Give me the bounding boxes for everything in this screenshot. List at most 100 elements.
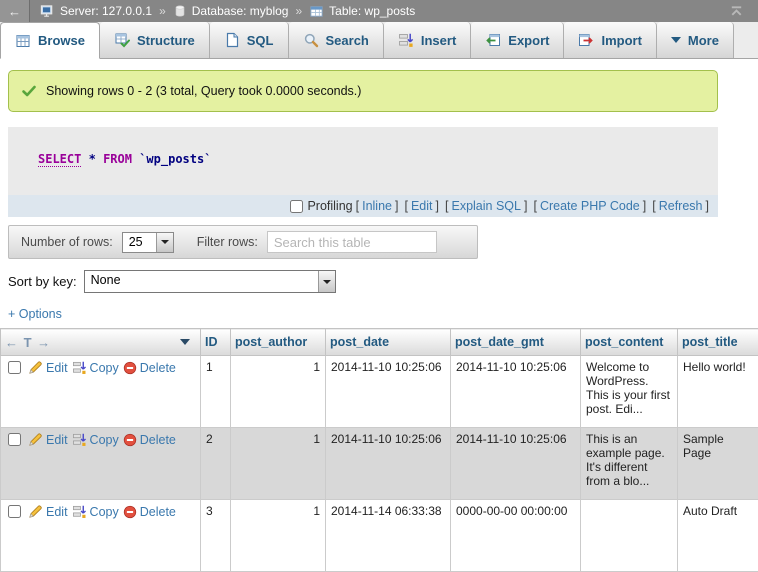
- breadcrumb-table[interactable]: Table: wp_posts: [329, 4, 415, 18]
- explain-sql-link[interactable]: Explain SQL: [451, 199, 520, 213]
- tab-export[interactable]: Export: [471, 22, 564, 58]
- column-header-id[interactable]: ID: [201, 329, 231, 356]
- sql-icon: [224, 32, 240, 48]
- cell-post-content: This is an example page. It's different …: [581, 428, 678, 500]
- column-header-post-author[interactable]: post_author: [231, 329, 326, 356]
- cell-post-content: Welcome to WordPress. This is your first…: [581, 356, 678, 428]
- sort-by-key-select[interactable]: None: [84, 270, 336, 293]
- pencil-icon: [28, 504, 43, 519]
- cell-post-date: 2014-11-14 06:33:38: [326, 500, 451, 572]
- back-button[interactable]: ←: [0, 0, 30, 22]
- cell-id: 1: [201, 356, 231, 428]
- back-arrow-icon: ←: [8, 4, 21, 19]
- tab-insert[interactable]: Insert: [384, 22, 471, 58]
- chevron-down-icon: [318, 271, 335, 292]
- breadcrumb-separator: »: [295, 4, 302, 18]
- tab-more[interactable]: More: [657, 22, 734, 58]
- cell-post-date-gmt: 0000-00-00 00:00:00: [451, 500, 581, 572]
- breadcrumb: ← Server: 127.0.0.1 » Database: myblog »…: [0, 0, 758, 22]
- sort-by-key-label: Sort by key:: [8, 274, 77, 289]
- column-header-post-content[interactable]: post_content: [581, 329, 678, 356]
- row-select-checkbox[interactable]: [8, 433, 21, 446]
- column-header-post-title[interactable]: post_title: [678, 329, 758, 356]
- edit-link[interactable]: Edit: [28, 360, 68, 375]
- actions-column-header: ← T →: [1, 329, 201, 356]
- delete-link[interactable]: Delete: [123, 433, 176, 447]
- collapse-top-icon: [729, 4, 744, 19]
- copy-icon: [72, 432, 87, 447]
- breadcrumb-database[interactable]: Database: myblog: [192, 4, 289, 18]
- chevron-down-icon: [156, 233, 173, 252]
- success-check-icon: [21, 83, 37, 99]
- column-toggle-arrows[interactable]: ← T →: [5, 335, 51, 350]
- breadcrumb-separator: »: [159, 4, 166, 18]
- sql-query-text: SELECT * FROM `wp_posts`: [8, 127, 718, 195]
- table-row: Edit Copy Delete 2 1 2014-11-10 10:25:06…: [1, 428, 758, 500]
- filter-rows-label: Filter rows:: [197, 235, 258, 249]
- tab-bar: Browse Structure SQL Search Insert Expor…: [0, 22, 758, 59]
- table-header-row: ← T → ID post_author post_date post_date…: [1, 329, 758, 356]
- column-header-post-date[interactable]: post_date: [326, 329, 451, 356]
- cell-post-title: Hello world!: [678, 356, 758, 428]
- rows-count-label: Number of rows:: [21, 235, 113, 249]
- status-message: Showing rows 0 - 2 (3 total, Query took …: [8, 70, 718, 112]
- search-icon: [303, 32, 319, 48]
- copy-icon: [72, 360, 87, 375]
- sql-keyword-select[interactable]: SELECT: [38, 152, 81, 167]
- scroll-to-top-button[interactable]: [729, 4, 744, 19]
- cell-id: 3: [201, 500, 231, 572]
- edit-link[interactable]: Edit: [28, 432, 68, 447]
- copy-link[interactable]: Copy: [72, 432, 119, 447]
- inline-link[interactable]: Inline: [362, 199, 392, 213]
- delete-link[interactable]: Delete: [123, 505, 176, 519]
- copy-link[interactable]: Copy: [72, 360, 119, 375]
- row-select-checkbox[interactable]: [8, 361, 21, 374]
- delete-link[interactable]: Delete: [123, 361, 176, 375]
- cell-id: 2: [201, 428, 231, 500]
- copy-link[interactable]: Copy: [72, 504, 119, 519]
- tab-sql[interactable]: SQL: [210, 22, 289, 58]
- options-toggle-link[interactable]: + Options: [8, 307, 62, 321]
- pencil-icon: [28, 360, 43, 375]
- tab-browse[interactable]: Browse: [0, 22, 100, 59]
- breadcrumb-trail: Server: 127.0.0.1 » Database: myblog » T…: [30, 4, 729, 19]
- row-actions-cell: Edit Copy Delete: [1, 428, 201, 500]
- table-row: Edit Copy Delete 1 1 2014-11-10 10:25:06…: [1, 356, 758, 428]
- create-php-code-link[interactable]: Create PHP Code: [540, 199, 640, 213]
- breadcrumb-server[interactable]: Server: 127.0.0.1: [60, 4, 152, 18]
- tab-structure[interactable]: Structure: [100, 22, 210, 58]
- pencil-icon: [28, 432, 43, 447]
- sql-query-box: SELECT * FROM `wp_posts` Profiling [Inli…: [8, 127, 718, 217]
- rows-count-select[interactable]: 25: [122, 232, 174, 253]
- refresh-link[interactable]: Refresh: [659, 199, 703, 213]
- column-header-post-date-gmt[interactable]: post_date_gmt: [451, 329, 581, 356]
- cell-post-title: Auto Draft: [678, 500, 758, 572]
- main-content: Showing rows 0 - 2 (3 total, Query took …: [0, 70, 758, 572]
- edit-query-link[interactable]: Edit: [411, 199, 433, 213]
- copy-icon: [72, 504, 87, 519]
- sql-keyword-from: FROM: [103, 152, 132, 166]
- database-icon: [173, 4, 187, 18]
- cell-post-date-gmt: 2014-11-10 10:25:06: [451, 356, 581, 428]
- filter-rows-input[interactable]: [267, 231, 437, 253]
- delete-icon: [123, 433, 137, 447]
- profiling-checkbox[interactable]: [290, 200, 303, 213]
- tab-import[interactable]: Import: [564, 22, 656, 58]
- cell-post-date-gmt: 2014-11-10 10:25:06: [451, 428, 581, 500]
- table-row: Edit Copy Delete 3 1 2014-11-14 06:33:38…: [1, 500, 758, 572]
- cell-post-author: 1: [231, 500, 326, 572]
- tab-search[interactable]: Search: [289, 22, 384, 58]
- query-actions-bar: Profiling [Inline] [Edit] [Explain SQL] …: [8, 195, 718, 217]
- cell-post-date: 2014-11-10 10:25:06: [326, 356, 451, 428]
- results-table: ← T → ID post_author post_date post_date…: [0, 328, 758, 572]
- structure-icon: [114, 32, 130, 48]
- cell-post-author: 1: [231, 428, 326, 500]
- profiling-label: Profiling: [307, 199, 352, 213]
- edit-link[interactable]: Edit: [28, 504, 68, 519]
- table-icon: [309, 4, 324, 19]
- row-select-checkbox[interactable]: [8, 505, 21, 518]
- column-options-dropdown-icon[interactable]: [180, 339, 190, 345]
- sql-table-identifier: `wp_posts`: [139, 152, 211, 166]
- cell-post-content: [581, 500, 678, 572]
- delete-icon: [123, 361, 137, 375]
